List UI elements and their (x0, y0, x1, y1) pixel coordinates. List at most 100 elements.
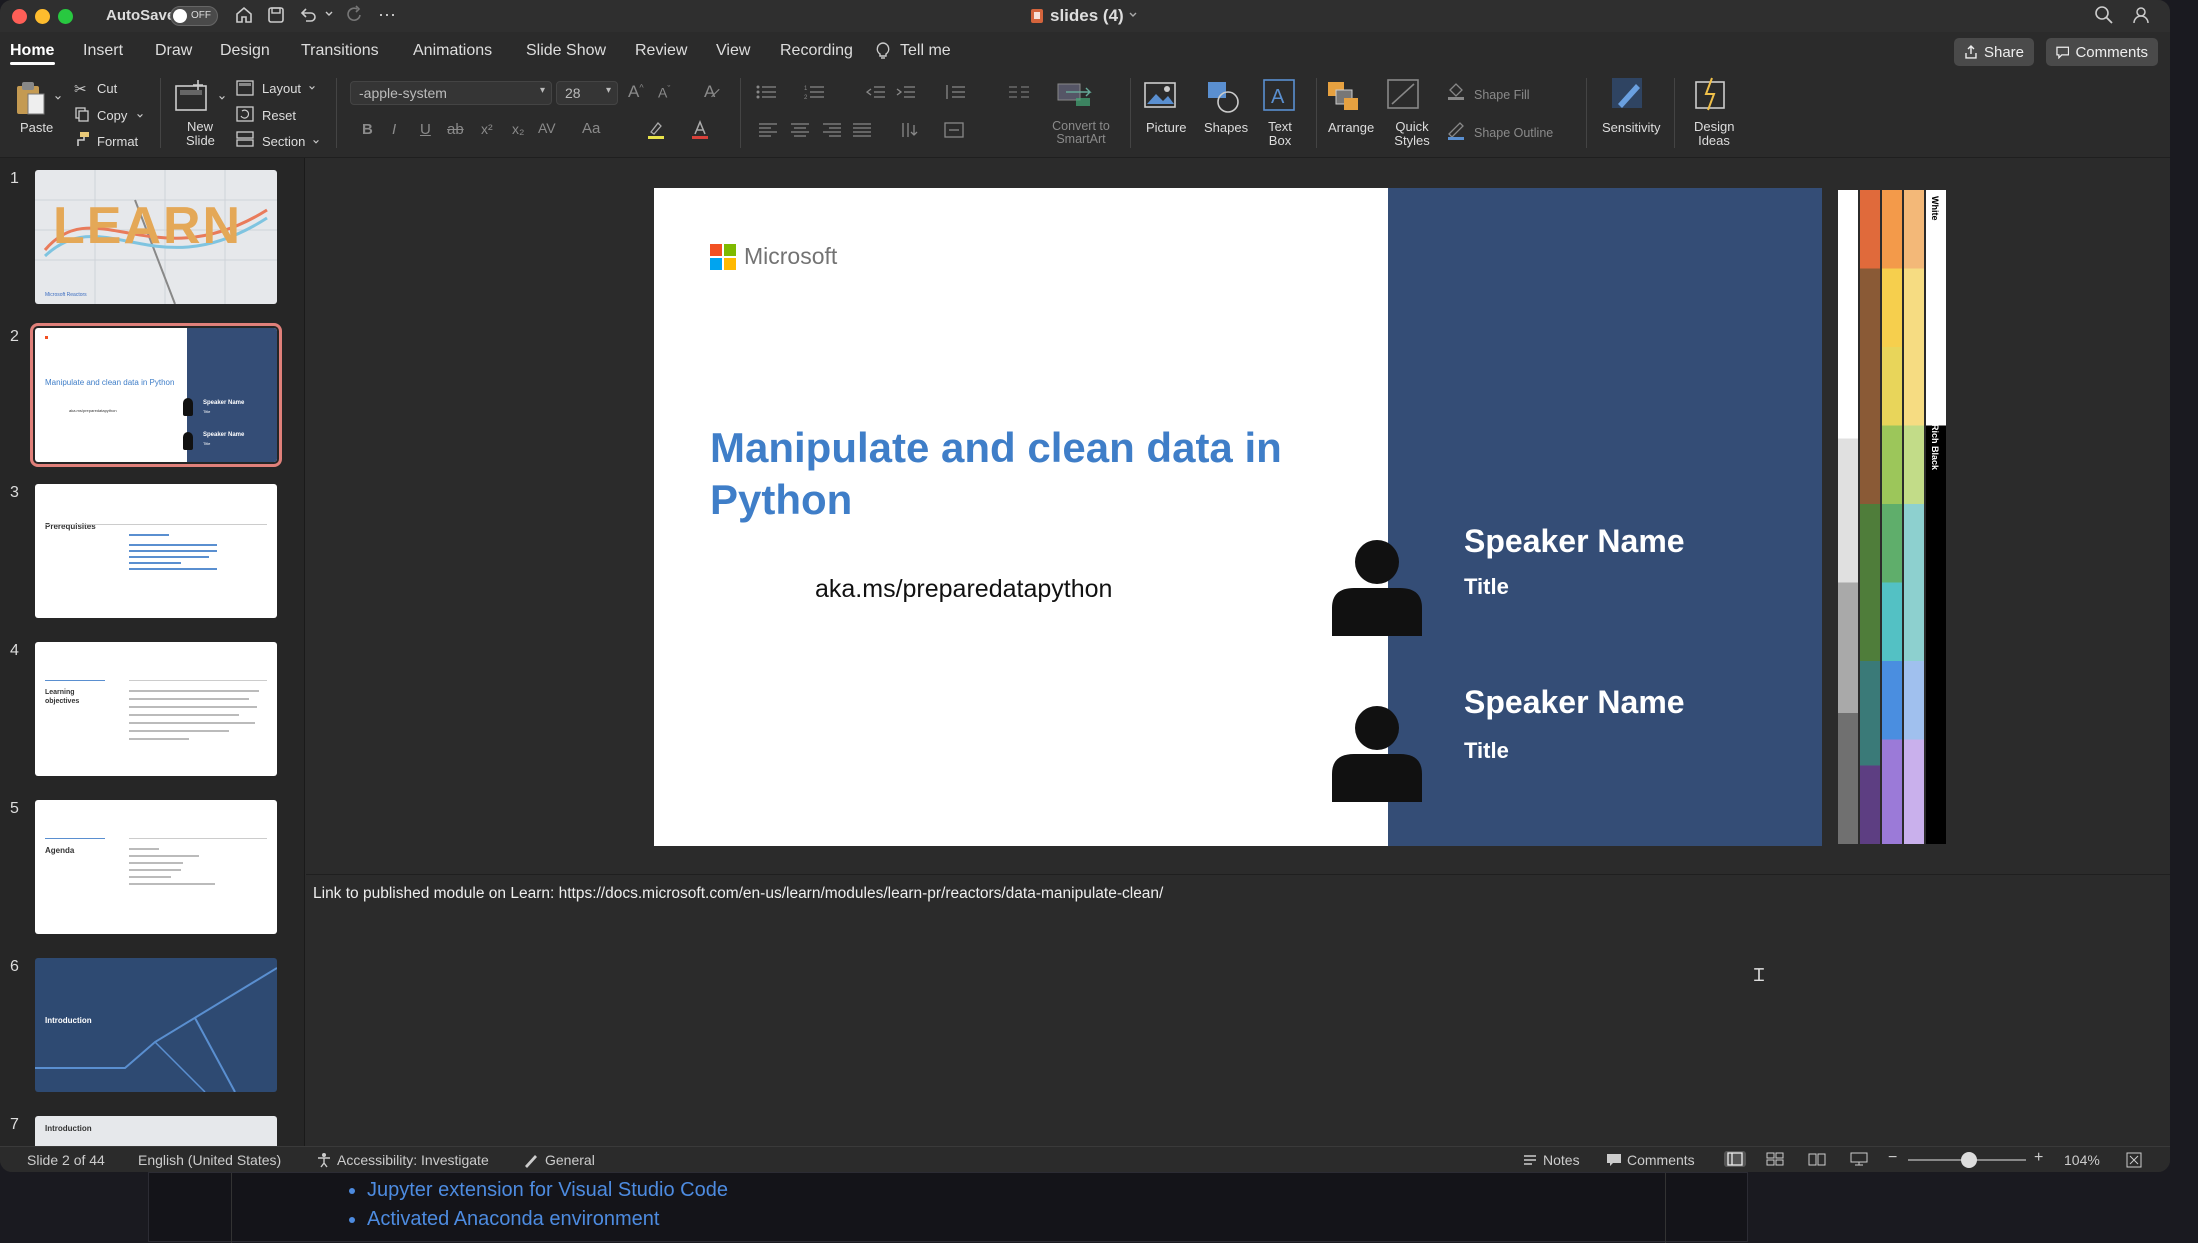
zoom-in-icon[interactable]: + (2034, 1149, 2043, 1167)
share-button[interactable]: Share (1954, 38, 2034, 66)
zoom-level[interactable]: 104% (2064, 1152, 2100, 1168)
strikethrough-icon[interactable]: ab (447, 121, 464, 138)
undo-icon[interactable] (298, 5, 318, 25)
speaker-2-title[interactable]: Title (1464, 738, 1509, 764)
slideshow-view-icon[interactable] (1850, 1152, 1868, 1166)
comments-status-icon[interactable] (1606, 1152, 1622, 1168)
superscript-icon[interactable]: x² (481, 121, 493, 137)
notes-text[interactable]: Link to published module on Learn: https… (313, 885, 1163, 903)
more-icon[interactable]: ⋯ (378, 5, 396, 26)
font-color-icon[interactable] (690, 120, 710, 140)
notes-toggle[interactable]: Notes (1543, 1152, 1580, 1168)
slide-title[interactable]: Manipulate and clean data in Python (710, 422, 1350, 526)
notes-icon[interactable] (1522, 1152, 1538, 1168)
font-name-select[interactable]: -apple-system ▾ (350, 81, 552, 105)
account-icon[interactable] (2132, 5, 2152, 25)
zoom-window-button[interactable] (58, 9, 73, 24)
align-text-icon[interactable] (944, 122, 964, 138)
slide-link-text[interactable]: aka.ms/preparedatapython (815, 575, 1112, 604)
font-size-select[interactable]: 28 ▾ (556, 81, 618, 105)
slide-thumbnail-5[interactable]: Agenda (35, 800, 277, 934)
copy-dropdown-icon[interactable] (136, 112, 144, 120)
speaker-1-name[interactable]: Speaker Name (1464, 523, 1685, 560)
tab-slide-show[interactable]: Slide Show (526, 42, 606, 60)
slide-sorter-icon[interactable] (1766, 1152, 1784, 1166)
fit-to-window-icon[interactable] (2126, 1152, 2142, 1168)
sensitivity-label[interactable]: Sensitivity (1602, 120, 1661, 135)
italic-icon[interactable]: I (392, 121, 396, 138)
convert-smartart-label[interactable]: Convert to SmartArt (1046, 120, 1116, 146)
speaker-2-name[interactable]: Speaker Name (1464, 684, 1685, 721)
slide-thumbnail-2[interactable]: Manipulate and clean data in Python aka.… (30, 323, 282, 467)
layout-icon[interactable] (236, 80, 254, 96)
shape-fill-icon[interactable] (1446, 82, 1466, 100)
copy-label[interactable]: Copy (97, 108, 127, 123)
shapes-icon[interactable] (1206, 80, 1242, 114)
paste-label[interactable]: Paste (20, 120, 53, 135)
tab-animations[interactable]: Animations (413, 42, 492, 60)
copy-icon[interactable] (74, 106, 90, 122)
numbering-icon[interactable]: 12 (804, 84, 826, 100)
text-box-label[interactable]: Text Box (1264, 120, 1296, 148)
layout-label[interactable]: Layout (262, 81, 301, 96)
search-icon[interactable] (2094, 5, 2114, 25)
accessibility-icon[interactable] (316, 1152, 332, 1168)
quick-styles-icon[interactable] (1386, 78, 1424, 114)
cut-icon[interactable]: ✂ (74, 80, 87, 98)
align-left-icon[interactable] (758, 122, 778, 138)
layout-dropdown-icon[interactable] (308, 84, 316, 92)
zoom-slider-thumb[interactable] (1961, 1152, 1977, 1168)
shape-outline-label[interactable]: Shape Outline (1474, 126, 1553, 140)
shape-fill-label[interactable]: Shape Fill (1474, 88, 1530, 102)
clear-formatting-icon[interactable]: A̷ (704, 82, 715, 102)
slide-thumbnail-1[interactable]: LEARN Microsoft Reactors (35, 170, 277, 304)
slide-thumbnail-4[interactable]: Learning objectives (35, 642, 277, 776)
shapes-label[interactable]: Shapes (1204, 120, 1248, 135)
line-spacing-icon[interactable] (944, 84, 966, 100)
increase-font-icon[interactable]: A^ (628, 82, 644, 102)
underline-icon[interactable]: U (420, 121, 431, 138)
decrease-font-icon[interactable]: Aˇ (658, 84, 670, 101)
columns-icon[interactable] (1008, 84, 1030, 100)
sensitivity-status[interactable]: General (545, 1152, 595, 1168)
quick-styles-label[interactable]: Quick Styles (1392, 120, 1432, 148)
tab-transitions[interactable]: Transitions (301, 42, 379, 60)
autosave-toggle[interactable]: OFF (170, 6, 218, 26)
sensitivity-label-icon[interactable] (523, 1152, 539, 1168)
language-indicator[interactable]: English (United States) (138, 1152, 281, 1168)
justify-icon[interactable] (852, 122, 872, 138)
new-slide-icon[interactable] (174, 80, 210, 114)
slide-thumbnail-6[interactable]: Introduction (35, 958, 277, 1092)
new-slide-label[interactable]: New Slide (186, 120, 215, 148)
accessibility-status[interactable]: Accessibility: Investigate (337, 1152, 489, 1168)
sensitivity-icon[interactable] (1610, 76, 1648, 114)
section-label[interactable]: Section (262, 134, 305, 149)
text-direction-icon[interactable] (900, 122, 920, 138)
change-case-icon[interactable]: Aa (582, 120, 600, 137)
picture-icon[interactable] (1144, 80, 1178, 110)
tab-review[interactable]: Review (635, 42, 687, 60)
close-window-button[interactable] (12, 9, 27, 24)
design-ideas-icon[interactable] (1694, 76, 1732, 114)
shape-outline-icon[interactable] (1446, 120, 1466, 140)
slide-thumbnail-panel[interactable]: 1 LEARN Microsoft Reactors 2 Manipulate … (0, 158, 305, 1146)
highlight-icon[interactable] (646, 120, 666, 140)
tab-insert[interactable]: Insert (83, 42, 123, 60)
reading-view-icon[interactable] (1808, 1152, 1826, 1166)
minimize-window-button[interactable] (35, 9, 50, 24)
tab-draw[interactable]: Draw (155, 42, 192, 60)
section-dropdown-icon[interactable] (312, 138, 320, 146)
tab-home[interactable]: Home (10, 42, 54, 60)
paste-icon[interactable] (14, 80, 48, 118)
undo-dropdown-icon[interactable] (324, 9, 334, 19)
format-painter-icon[interactable] (74, 131, 90, 147)
normal-view-icon[interactable] (1724, 1151, 1746, 1167)
section-icon[interactable] (236, 131, 254, 147)
zoom-out-icon[interactable]: − (1888, 1149, 1897, 1167)
comments-toggle[interactable]: Comments (1627, 1152, 1695, 1168)
design-ideas-label[interactable]: Design Ideas (1694, 120, 1734, 148)
decrease-indent-icon[interactable] (866, 84, 886, 100)
tab-recording[interactable]: Recording (780, 42, 853, 60)
bold-icon[interactable]: B (362, 121, 373, 138)
arrange-label[interactable]: Arrange (1328, 120, 1374, 135)
